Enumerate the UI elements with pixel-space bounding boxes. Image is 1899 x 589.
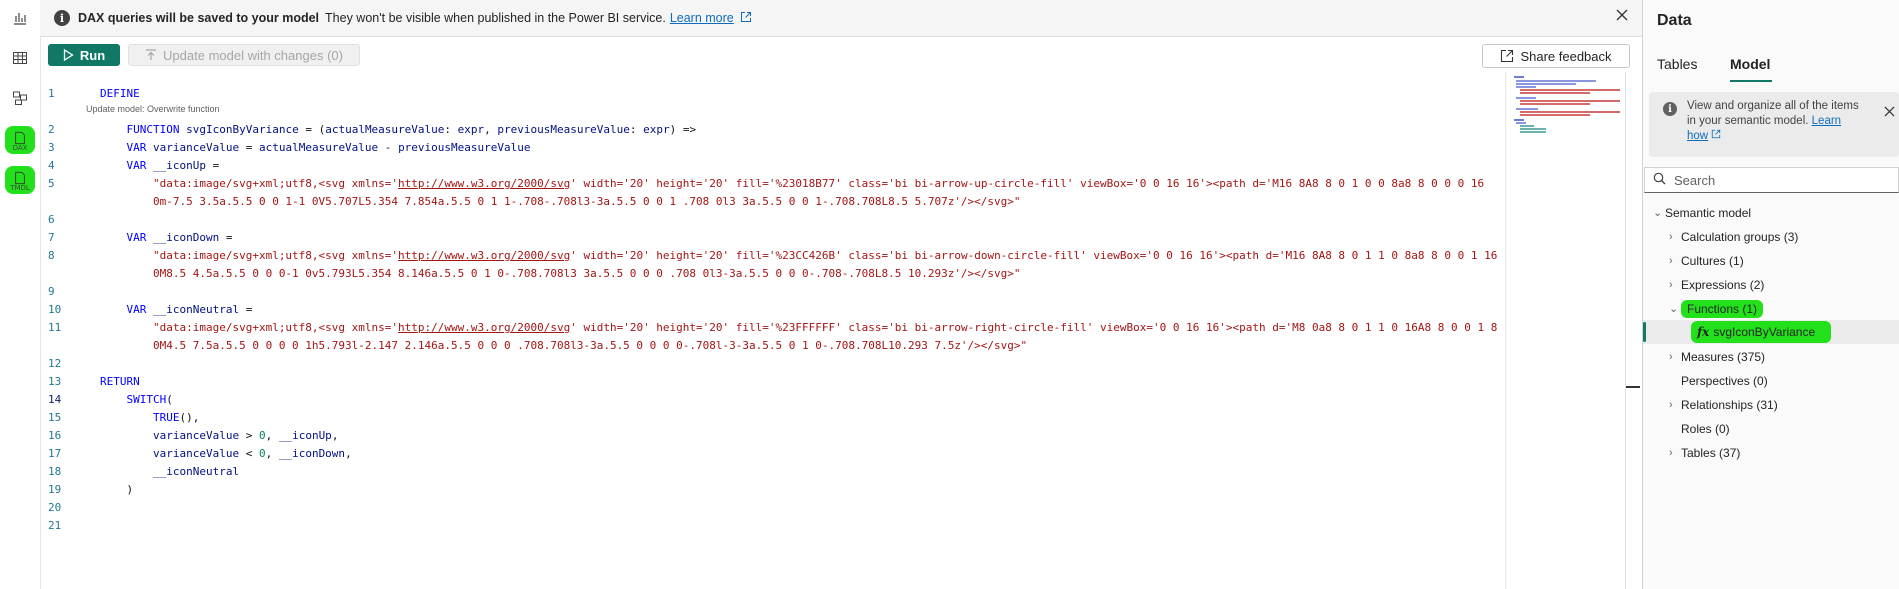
code-line: 0M8.5 4.5a.5.5 0 0 0-1 0v5.793L5.354 8.1… [152, 267, 1021, 280]
info-bar: i DAX queries will be saved to your mode… [40, 0, 1642, 37]
table-view-button[interactable] [5, 46, 35, 74]
tree-item-relationships[interactable]: › Relationships (31) [1669, 396, 1778, 414]
code-line: 8 "data:image/svg+xml;utf8,<svg xmlns='h… [48, 249, 1498, 262]
table-view-icon [12, 50, 28, 71]
query-toolbar: Run Update model with changes (0) Share … [40, 36, 1642, 74]
tree-item-expressions[interactable]: › Expressions (2) [1669, 276, 1764, 294]
code-line: 0m-7.5 3.5a.5.5 0 0 1-1 0V5.707L5.354 7.… [152, 195, 1021, 208]
close-info-bar-button[interactable] [1616, 8, 1628, 26]
code-line: 3 VAR varianceValue = actualMeasureValue… [48, 141, 531, 154]
search-icon [1653, 172, 1666, 188]
tmdl-view-button[interactable]: TMDL [5, 166, 35, 194]
chevron-down-icon: ⌄ [1653, 207, 1663, 219]
code-line: 12 [48, 357, 62, 370]
tree-item-functions[interactable]: ⌄ Functions (1) [1669, 300, 1764, 318]
code-line: 14 SWITCH( [48, 393, 173, 406]
data-pane-title: Data [1657, 12, 1692, 29]
code-line: 11 "data:image/svg+xml;utf8,<svg xmlns='… [48, 321, 1498, 334]
code-line: 13 RETURN [48, 375, 140, 388]
chevron-right-icon: › [1669, 231, 1673, 243]
code-line: 16 varianceValue > 0, __iconUp, [48, 429, 339, 442]
code-line: 19 ) [48, 483, 134, 496]
share-feedback-button[interactable]: Share feedback [1482, 44, 1630, 68]
editor-minimap[interactable] [1505, 72, 1626, 589]
open-external-icon [1712, 129, 1721, 139]
play-icon [63, 49, 74, 61]
code-line: 10 VAR __iconNeutral = [48, 303, 253, 316]
tree-item-cultures[interactable]: › Cultures (1) [1669, 252, 1744, 270]
run-button-label: Run [79, 47, 106, 63]
close-icon [1616, 9, 1628, 21]
open-external-icon [740, 11, 752, 26]
report-view-button[interactable] [5, 6, 35, 34]
chevron-right-icon: › [1669, 279, 1673, 291]
info-icon: i [54, 10, 70, 26]
code-line: 2 FUNCTION svgIconByVariance = (actualMe… [48, 123, 697, 136]
code-line: 0M4.5 7.5a.5.5 0 0 0 0 1h5.793l-2.147 2.… [152, 339, 1028, 352]
upload-arrow-icon [146, 49, 157, 60]
function-icon: fx [1697, 325, 1710, 339]
search-input[interactable]: Search [1644, 167, 1899, 193]
editor-scrollbar[interactable] [1625, 72, 1626, 589]
info-bar-title: DAX queries will be saved to your model [78, 11, 320, 25]
report-icon [12, 10, 28, 31]
scroll-position-marker [1626, 386, 1640, 388]
tree-root-semantic-model[interactable]: ⌄ Semantic model [1653, 204, 1751, 222]
tree-item-svgiconbyvariance[interactable]: fx svgIconByVariance [1691, 321, 1832, 343]
data-pane: Data Tables Model i View and organize al… [1643, 0, 1899, 589]
code-line: 17 varianceValue < 0, __iconDown, [48, 447, 352, 460]
tree-item-measures[interactable]: › Measures (375) [1669, 348, 1765, 366]
selected-row-indicator [1643, 322, 1646, 342]
feedback-icon [1501, 49, 1514, 63]
dax-query-label: DAX [12, 144, 28, 152]
code-line: 20 [48, 501, 62, 514]
close-icon [1884, 106, 1895, 117]
view-switcher-rail: DAX TMDL [0, 0, 41, 589]
code-line: 15 TRUE(), [48, 411, 200, 424]
dax-query-view-button[interactable]: DAX [5, 126, 35, 154]
tree-item-tables[interactable]: › Tables (37) [1669, 444, 1740, 462]
update-model-button[interactable]: Update model with changes (0) [128, 44, 360, 66]
code-line: 1 DEFINE [48, 87, 140, 100]
tab-tables[interactable]: Tables [1657, 56, 1697, 72]
close-callout-button[interactable] [1884, 104, 1895, 120]
callout-text: View and organize all of the items in yo… [1687, 100, 1859, 142]
code-line: 6 [48, 213, 55, 226]
search-placeholder: Search [1674, 172, 1716, 188]
dax-code-editor[interactable]: 1 DEFINE 2 FUNCTION svgIconByVariance = (… [40, 82, 1502, 589]
codelens-overwrite-function[interactable]: Update model: Overwrite function [86, 104, 220, 114]
model-view-button[interactable] [5, 86, 35, 114]
tree-item-calculation-groups[interactable]: › Calculation groups (3) [1669, 228, 1798, 246]
chevron-right-icon: › [1669, 351, 1673, 363]
tree-item-roles[interactable]: Roles (0) [1681, 420, 1730, 438]
chevron-right-icon: › [1669, 255, 1673, 267]
code-line: 9 [48, 285, 55, 298]
code-line: 21 [48, 519, 62, 532]
info-bar-text: They won't be visible when published in … [325, 11, 666, 25]
code-line: 5 "data:image/svg+xml;utf8,<svg xmlns='h… [48, 177, 1485, 190]
tab-model[interactable]: Model [1730, 56, 1770, 72]
learn-more-link[interactable]: Learn more [670, 11, 734, 25]
run-button[interactable]: Run [48, 44, 120, 66]
code-line: 7 VAR __iconDown = [48, 231, 233, 244]
chevron-down-icon: ⌄ [1669, 303, 1679, 315]
model-view-icon [12, 90, 28, 111]
share-feedback-label: Share feedback [1520, 48, 1612, 64]
chevron-right-icon: › [1669, 399, 1673, 411]
code-line: 4 VAR __iconUp = [48, 159, 220, 172]
tree-item-perspectives[interactable]: Perspectives (0) [1681, 372, 1768, 390]
chevron-right-icon: › [1669, 447, 1673, 459]
info-icon: i [1663, 102, 1677, 116]
tmdl-view-label: TMDL [10, 184, 30, 192]
update-model-label: Update model with changes (0) [163, 47, 343, 63]
active-tab-indicator [1730, 80, 1772, 82]
model-info-callout: i View and organize all of the items in … [1649, 92, 1899, 157]
code-line: 18 __iconNeutral [48, 465, 240, 478]
